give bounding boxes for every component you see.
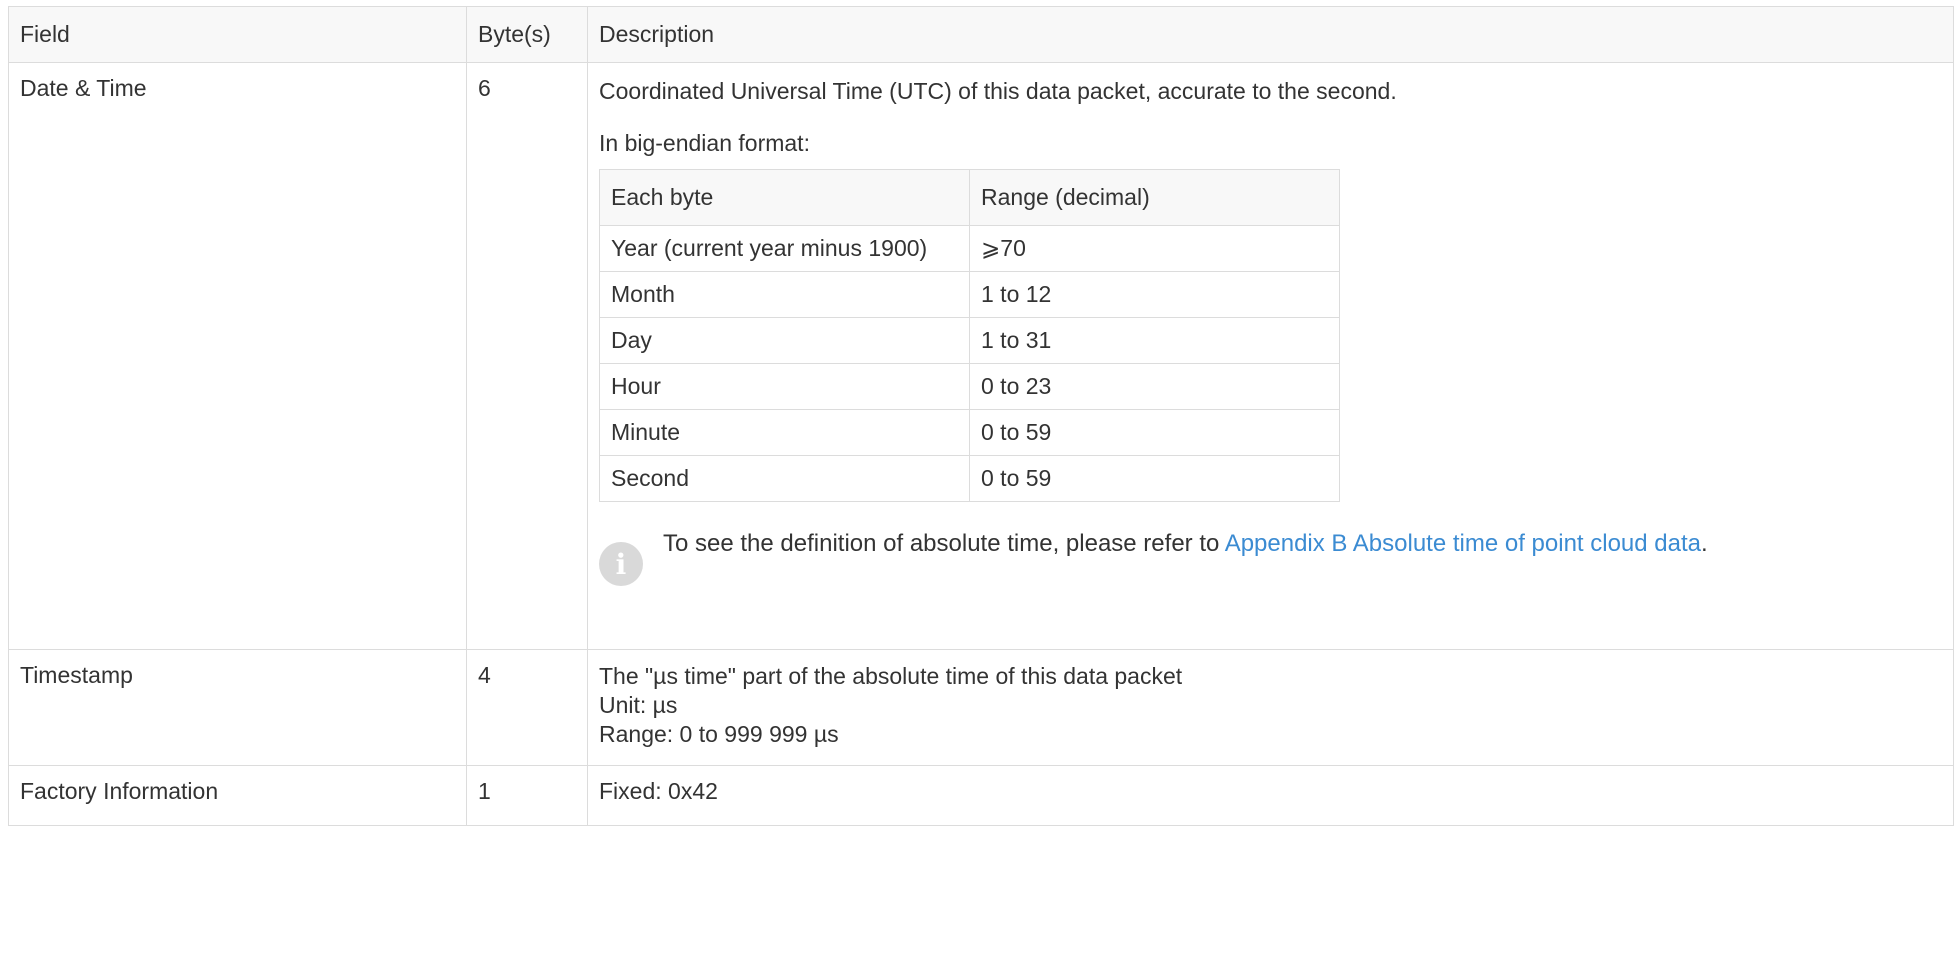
sub-table-header-row: Each byte Range (decimal) [599, 169, 1340, 226]
sub-cell-range: 1 to 31 [969, 317, 1340, 364]
sub-cell-range: 0 to 59 [969, 455, 1340, 502]
note-text-after: . [1701, 530, 1708, 557]
timestamp-line: The "µs time" part of the absolute time … [599, 663, 1183, 689]
date-time-byte-table: Each byte Range (decimal) Year (current … [599, 169, 1340, 502]
date-time-intro: Coordinated Universal Time (UTC) of this… [599, 78, 1397, 104]
description-timestamp: The "µs time" part of the absolute time … [587, 649, 1954, 766]
sub-table-row: Year (current year minus 1900) ⩾70 [599, 225, 1340, 272]
sub-cell-each-byte: Minute [599, 409, 970, 456]
sub-cell-range: 1 to 12 [969, 271, 1340, 318]
note-text-before: To see the definition of absolute time, … [663, 530, 1225, 557]
table-header-row: Field Byte(s) Description [8, 6, 1954, 63]
sub-header-range: Range (decimal) [969, 169, 1340, 226]
sub-cell-each-byte: Hour [599, 363, 970, 410]
description-factory-information: Fixed: 0x42 [587, 765, 1954, 826]
description-date-time: Coordinated Universal Time (UTC) of this… [587, 62, 1954, 650]
sub-cell-each-byte: Second [599, 455, 970, 502]
sub-table-row: Minute 0 to 59 [599, 409, 1340, 456]
header-description: Description [587, 6, 1954, 63]
timestamp-unit: Unit: µs [599, 692, 678, 718]
sub-table-row: Hour 0 to 23 [599, 363, 1340, 410]
absolute-time-note: i To see the definition of absolute time… [599, 528, 1897, 586]
field-timestamp: Timestamp [8, 649, 467, 766]
table-row-date-time: Date & Time 6 Coordinated Universal Time… [8, 62, 1954, 650]
sub-cell-range: 0 to 59 [969, 409, 1340, 456]
sub-header-each-byte: Each byte [599, 169, 970, 226]
bytes-factory-information: 1 [466, 765, 588, 826]
bytes-date-time: 6 [466, 62, 588, 650]
sub-table-row: Day 1 to 31 [599, 317, 1340, 364]
sub-cell-range: ⩾70 [969, 225, 1340, 272]
note-text: To see the definition of absolute time, … [663, 528, 1708, 560]
sub-cell-each-byte: Month [599, 271, 970, 318]
bytes-timestamp: 4 [466, 649, 588, 766]
sub-cell-range: 0 to 23 [969, 363, 1340, 410]
packet-fields-table: Field Byte(s) Description Date & Time 6 … [8, 6, 1954, 826]
sub-cell-each-byte: Day [599, 317, 970, 364]
sub-table-row: Second 0 to 59 [599, 455, 1340, 502]
header-field: Field [8, 6, 467, 63]
header-bytes: Byte(s) [466, 6, 588, 63]
info-icon: i [599, 542, 643, 586]
sub-table-row: Month 1 to 12 [599, 271, 1340, 318]
appendix-b-link[interactable]: Appendix B Absolute time of point cloud … [1225, 530, 1701, 557]
sub-cell-each-byte: Year (current year minus 1900) [599, 225, 970, 272]
table-row-timestamp: Timestamp 4 The "µs time" part of the ab… [8, 649, 1954, 766]
timestamp-range: Range: 0 to 999 999 µs [599, 721, 839, 747]
field-factory-information: Factory Information [8, 765, 467, 826]
table-row-factory-information: Factory Information 1 Fixed: 0x42 [8, 765, 1954, 826]
date-time-format-label: In big-endian format: [599, 130, 810, 156]
field-date-time: Date & Time [8, 62, 467, 650]
